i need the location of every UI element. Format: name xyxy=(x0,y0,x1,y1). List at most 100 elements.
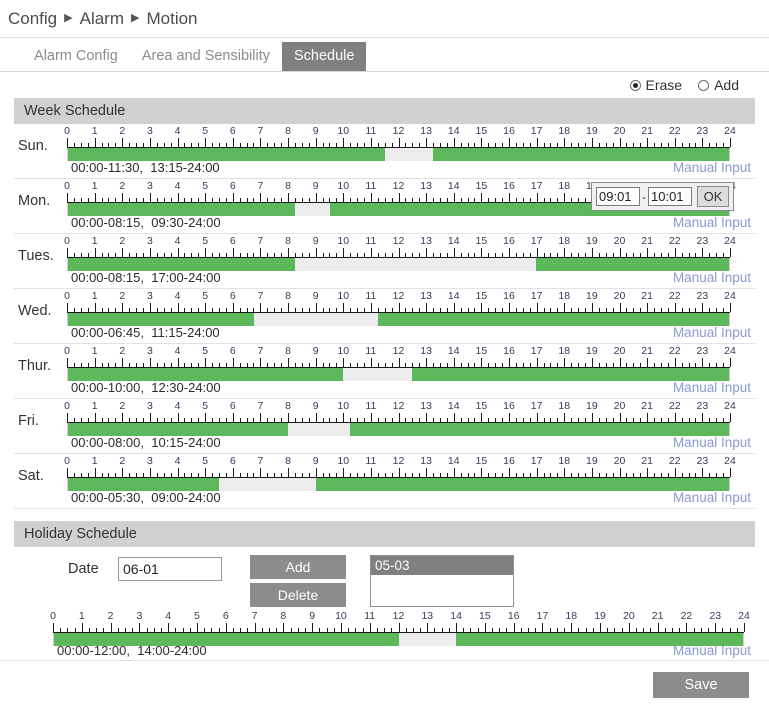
ruler-major-tick xyxy=(509,358,510,367)
holiday-date-input[interactable] xyxy=(118,557,222,581)
scale-tick-label: 6 xyxy=(229,345,236,357)
ruler-minor-tick xyxy=(142,418,144,422)
day-time-ranges: 00:00-05:30, 09:00-24:00 xyxy=(71,490,221,505)
manual-input-link[interactable]: Manual Input xyxy=(673,325,751,340)
manual-input-link[interactable]: Manual Input xyxy=(673,380,751,395)
ruler-major-tick xyxy=(398,413,400,422)
ruler-minor-tick xyxy=(212,308,214,312)
ruler-minor-tick xyxy=(433,308,435,312)
scale-tick-label: 12 xyxy=(392,290,405,302)
ruler-major-tick xyxy=(288,413,289,422)
ruler-minor-tick xyxy=(441,628,443,632)
ruler-major-tick xyxy=(657,623,659,632)
ruler-minor-tick xyxy=(87,308,89,312)
ruler-minor-tick xyxy=(578,143,580,147)
ruler-minor-tick xyxy=(108,473,110,477)
ruler-minor-tick xyxy=(274,198,276,202)
ruler-minor-tick xyxy=(267,418,269,422)
holiday-date-list[interactable]: 05-03 xyxy=(370,555,514,607)
ruler-major-tick xyxy=(177,303,179,312)
ruler-minor-tick xyxy=(384,198,386,202)
radio-erase[interactable]: Erase xyxy=(629,77,693,93)
breadcrumb-item-alarm[interactable]: Alarm xyxy=(80,9,124,29)
ruler-minor-tick xyxy=(115,363,117,367)
ruler-major-tick xyxy=(509,138,510,147)
manual-input-link[interactable]: Manual Input xyxy=(673,490,751,505)
scale-tick-label: 12 xyxy=(392,235,405,247)
ruler-minor-tick xyxy=(198,418,200,422)
holiday-manual-input-link[interactable]: Manual Input xyxy=(673,643,751,658)
scale-tick-label: 6 xyxy=(229,400,236,412)
day-timeline: 0123456789101112131415161718192021222324 xyxy=(64,234,736,271)
scale-tick-label: 16 xyxy=(503,180,515,192)
radio-add[interactable]: Add xyxy=(698,77,749,93)
scale-tick-label: 9 xyxy=(312,345,319,357)
ruler-minor-tick xyxy=(605,363,607,367)
ruler-major-tick xyxy=(315,358,317,367)
manual-input-link[interactable]: Manual Input xyxy=(673,270,751,285)
ruler-minor-tick xyxy=(515,198,517,202)
breadcrumb-item-motion[interactable]: Motion xyxy=(146,9,197,29)
manual-input-link[interactable]: Manual Input xyxy=(673,215,751,230)
manual-end-time-input[interactable] xyxy=(648,187,692,206)
manual-input-ok-button[interactable]: OK xyxy=(697,186,729,207)
ruler-major-tick xyxy=(343,303,345,312)
day-label: Fri. xyxy=(18,413,39,429)
ruler-minor-tick xyxy=(412,418,414,422)
ruler-minor-tick xyxy=(253,253,255,257)
ruler-minor-tick xyxy=(571,308,573,312)
scale-tick-label: 14 xyxy=(447,290,460,302)
ruler-minor-tick xyxy=(80,418,82,422)
ruler-minor-tick xyxy=(467,363,469,367)
ruler-major-tick xyxy=(564,303,566,312)
breadcrumb-item-config[interactable]: Config xyxy=(8,9,57,29)
ruler-major-tick xyxy=(122,468,124,477)
ruler-minor-tick xyxy=(667,473,669,477)
ruler-minor-tick xyxy=(439,418,441,422)
ruler-minor-tick xyxy=(146,628,148,632)
ruler-minor-tick xyxy=(101,198,103,202)
tab-schedule[interactable]: Schedule xyxy=(281,42,367,71)
ruler-major-tick xyxy=(94,303,96,312)
ruler-minor-tick xyxy=(73,363,75,367)
ruler-major-tick xyxy=(426,193,428,202)
holiday-list-item[interactable]: 05-03 xyxy=(371,556,513,575)
tab-alarm-config[interactable]: Alarm Config xyxy=(22,42,130,71)
ruler-minor-tick xyxy=(136,473,138,477)
ruler-major-tick xyxy=(453,248,455,257)
scale-tick-label: 15 xyxy=(475,345,488,357)
ruler-major-tick xyxy=(398,193,400,202)
ruler-major-tick xyxy=(674,248,676,257)
holiday-add-button[interactable]: Add xyxy=(250,555,346,579)
tab-area-and-sensibility[interactable]: Area and Sensibility xyxy=(130,42,282,71)
manual-input-link[interactable]: Manual Input xyxy=(673,435,751,450)
ruler-major-tick xyxy=(260,413,262,422)
scale-tick-label: 22 xyxy=(668,400,681,412)
scale-tick-label: 0 xyxy=(64,345,70,357)
manual-start-time-input[interactable] xyxy=(596,187,640,206)
scale-tick-label: 2 xyxy=(119,345,126,357)
ruler-minor-tick xyxy=(557,308,559,312)
ruler-major-tick xyxy=(536,193,538,202)
ruler-minor-tick xyxy=(294,418,296,422)
scale-tick-label: 2 xyxy=(119,290,126,302)
ruler-minor-tick xyxy=(377,473,379,477)
ruler-major-tick xyxy=(730,248,731,257)
scale-tick-label: 5 xyxy=(202,290,209,302)
ruler-minor-tick xyxy=(218,253,220,257)
ruler-minor-tick xyxy=(136,418,138,422)
day-timeline: 0123456789101112131415161718192021222324 xyxy=(64,124,736,161)
ruler-major-tick xyxy=(232,413,234,422)
ruler-minor-tick xyxy=(329,363,331,367)
save-button[interactable]: Save xyxy=(653,672,749,698)
ruler-minor-tick xyxy=(87,198,89,202)
scale-tick-label: 1 xyxy=(91,125,98,137)
ruler-minor-tick xyxy=(460,418,462,422)
draw-mode-group: Erase Add xyxy=(0,72,769,98)
scale-tick-label: 0 xyxy=(64,125,70,137)
scale-tick-label: 10 xyxy=(337,345,350,357)
ruler-minor-tick xyxy=(308,308,310,312)
ruler-minor-tick xyxy=(626,473,628,477)
holiday-delete-button[interactable]: Delete xyxy=(250,583,346,607)
manual-input-link[interactable]: Manual Input xyxy=(673,160,751,175)
